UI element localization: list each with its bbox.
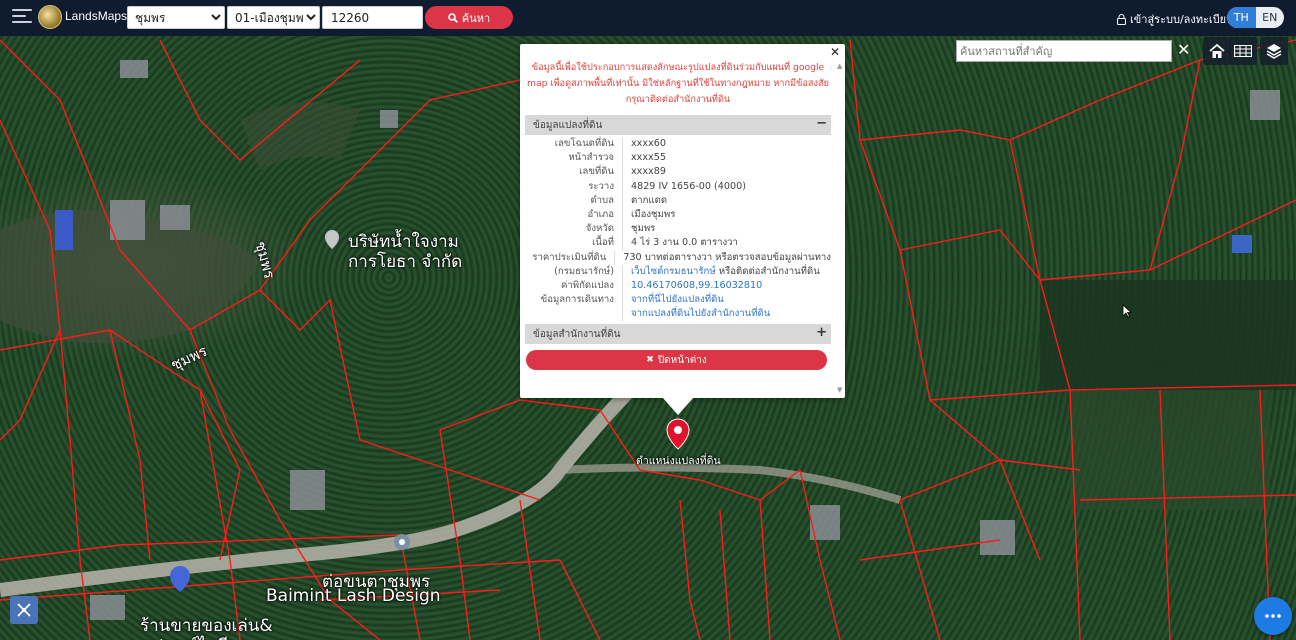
detail-link[interactable]: จากแปลงที่ดินไปยังสำนักงานที่ดิน — [631, 308, 770, 319]
detail-value: xxxx60 — [631, 138, 666, 149]
detail-key: ค่าพิกัดแปลง — [525, 278, 623, 294]
clear-search-icon[interactable]: ✕ — [1177, 40, 1190, 59]
detail-key: เนื้อที่ — [525, 236, 623, 251]
parcel-info-popup: ✕ ข้อมูลนี้เพื่อใช้ประกอบการแสดงลักษณะรู… — [520, 44, 845, 398]
top-navbar: LandsMaps ชุมพร 01-เมืองชุมพร ค้นหา เข้า… — [0, 0, 1296, 36]
close-x-icon: ✖ — [646, 355, 654, 365]
detail-key: ข้อมูลการเดินทาง — [525, 293, 623, 308]
detail-value-rest: หรือติดต่อสำนักงานที่ดิน — [715, 265, 820, 277]
detail-row: จังหวัด ชุมพร — [525, 222, 831, 237]
disclaimer-notice: ข้อมูลนี้เพื่อใช้ประกอบการแสดงลักษณะรูปแ… — [527, 62, 829, 105]
detail-link[interactable]: 10.46170608,99.16032810 — [631, 280, 762, 291]
detail-link[interactable]: จากที่นี่ไปยังแปลงที่ดิน — [631, 294, 724, 305]
detail-value: 730 บาทต่อตารางวา หรือตรวจสอบข้อมูลผ่านท… — [623, 251, 831, 263]
detail-value: ตากแดด — [631, 194, 668, 206]
detail-key: เลขที่ดิน — [525, 165, 623, 180]
detail-row: (กรมธนารักษ์) เว็บไซต์กรมธนารักษ์ หรือติด… — [525, 264, 831, 279]
detail-key: ราคาประเมินที่ดิน — [525, 250, 616, 265]
district-select[interactable]: 01-เมืองชุมพร — [227, 6, 320, 29]
detail-row: อำเภอ เมืองชุมพร — [525, 207, 831, 223]
mouse-cursor-icon — [1122, 304, 1132, 318]
app-brand: LandsMaps — [65, 9, 128, 23]
lock-icon — [1117, 13, 1126, 25]
menu-icon[interactable] — [12, 9, 32, 27]
postcode-input[interactable] — [322, 6, 423, 29]
more-icon — [1265, 614, 1281, 618]
detail-key: เลขโฉนดที่ดิน — [525, 137, 623, 152]
detail-key: ระวาง — [525, 179, 623, 194]
detail-key: จังหวัด — [525, 222, 623, 237]
detail-value: จากที่นี่ไปยังแปลงที่ดิน — [623, 293, 724, 307]
detail-value: เมืองชุมพร — [631, 208, 676, 220]
search-button[interactable]: ค้นหา — [425, 6, 513, 29]
detail-value: เว็บไซต์กรมธนารักษ์ หรือติดต่อสำนักงานที… — [623, 265, 820, 279]
detail-key — [525, 307, 623, 322]
section-office-header[interactable]: ข้อมูลสำนักงานที่ดิน + — [525, 324, 831, 344]
collapse-icon: − — [816, 116, 827, 131]
home-button[interactable] — [1203, 37, 1231, 65]
parcel-marker-icon[interactable] — [666, 418, 690, 450]
detail-row: เลขโฉนดที่ดิน xxxx60 — [525, 137, 831, 152]
tools-button[interactable] — [10, 596, 38, 624]
detail-row: ตำบล ตากแดด — [525, 193, 831, 208]
map-label-company-2: การโยธา จำกัด — [348, 252, 463, 272]
language-toggle: TH EN — [1227, 7, 1284, 28]
detail-key: ตำบล — [525, 193, 623, 208]
login-label: เข้าสู่ระบบ/ลงทะเบียน — [1130, 13, 1234, 26]
place-search-input[interactable] — [956, 40, 1172, 62]
grid-button[interactable] — [1229, 37, 1257, 65]
expand-icon: + — [816, 325, 827, 340]
login-link[interactable]: เข้าสู่ระบบ/ลงทะเบียน — [1117, 10, 1234, 28]
detail-key: หน้าสำรวจ — [525, 151, 623, 166]
popup-pointer — [662, 397, 694, 415]
parcel-marker-label: ตำแหน่งแปลงที่ดิน — [636, 455, 721, 467]
detail-value: xxxx89 — [631, 166, 666, 178]
detail-row: หน้าสำรวจ xxxx55 — [525, 151, 831, 166]
detail-row: เลขที่ดิน xxxx89 — [525, 165, 831, 180]
detail-value: 10.46170608,99.16032810 — [623, 279, 762, 293]
detail-value: 4 ไร่ 3 งาน 0.0 ตารางวา — [631, 237, 738, 249]
detail-value: จากแปลงที่ดินไปยังสำนักงานที่ดิน — [623, 307, 770, 321]
detail-row: เนื้อที่ 4 ไร่ 3 งาน 0.0 ตารางวา — [525, 236, 831, 251]
section-office-title: ข้อมูลสำนักงานที่ดิน — [533, 328, 621, 340]
detail-row: ค่าพิกัดแปลง 10.46170608,99.16032810 — [525, 278, 831, 294]
home-icon — [1209, 43, 1225, 58]
detail-key: อำเภอ — [525, 207, 623, 223]
detail-value: xxxx55 — [631, 152, 666, 164]
landsmaps-logo[interactable] — [38, 5, 62, 29]
search-button-label: ค้นหา — [461, 11, 491, 25]
layers-icon — [1266, 44, 1282, 59]
detail-row: ระวาง 4829 IV 1656-00 (4000) — [525, 179, 831, 194]
section-land-header[interactable]: ข้อมูลแปลงที่ดิน − — [525, 115, 831, 135]
detail-value: 4829 IV 1656-00 (4000) — [631, 180, 746, 192]
popup-scrollbar[interactable]: ▲ ▼ — [835, 58, 845, 398]
detail-link[interactable]: เว็บไซต์กรมธนารักษ์ — [631, 266, 716, 277]
chat-button[interactable] — [1254, 597, 1292, 635]
detail-row: จากแปลงที่ดินไปยังสำนักงานที่ดิน — [525, 307, 831, 322]
detail-row: ราคาประเมินที่ดิน 730 บาทต่อตารางวา หรือต… — [525, 250, 831, 265]
layers-button[interactable] — [1260, 37, 1288, 65]
parcel-details: เลขโฉนดที่ดิน xxxx60 หน้าสำรวจ xxxx55 เลขที่… — [525, 137, 831, 322]
detail-key: (กรมธนารักษ์) — [525, 264, 623, 279]
lang-th-button[interactable]: TH — [1227, 7, 1256, 28]
detail-row: ข้อมูลการเดินทาง จากที่นี่ไปยังแปลงที่ดิน — [525, 293, 831, 308]
popup-close-icon[interactable]: ✕ — [830, 45, 840, 59]
detail-value: ชุมพร — [631, 223, 656, 235]
map-label-shop-2: Baimint Lash Design — [266, 586, 441, 606]
grid-icon — [1234, 45, 1252, 57]
close-window-button[interactable]: ✖ ปิดหน้าต่าง — [526, 350, 827, 370]
tools-icon — [17, 603, 31, 617]
lang-en-button[interactable]: EN — [1256, 7, 1285, 28]
search-icon — [448, 12, 458, 23]
province-select[interactable]: ชุมพร — [127, 6, 225, 29]
map-label-toyshop-2: อุปกรณ์ไอที — [142, 632, 228, 640]
close-window-label: ปิดหน้าต่าง — [657, 354, 707, 366]
section-land-title: ข้อมูลแปลงที่ดิน — [533, 119, 603, 131]
